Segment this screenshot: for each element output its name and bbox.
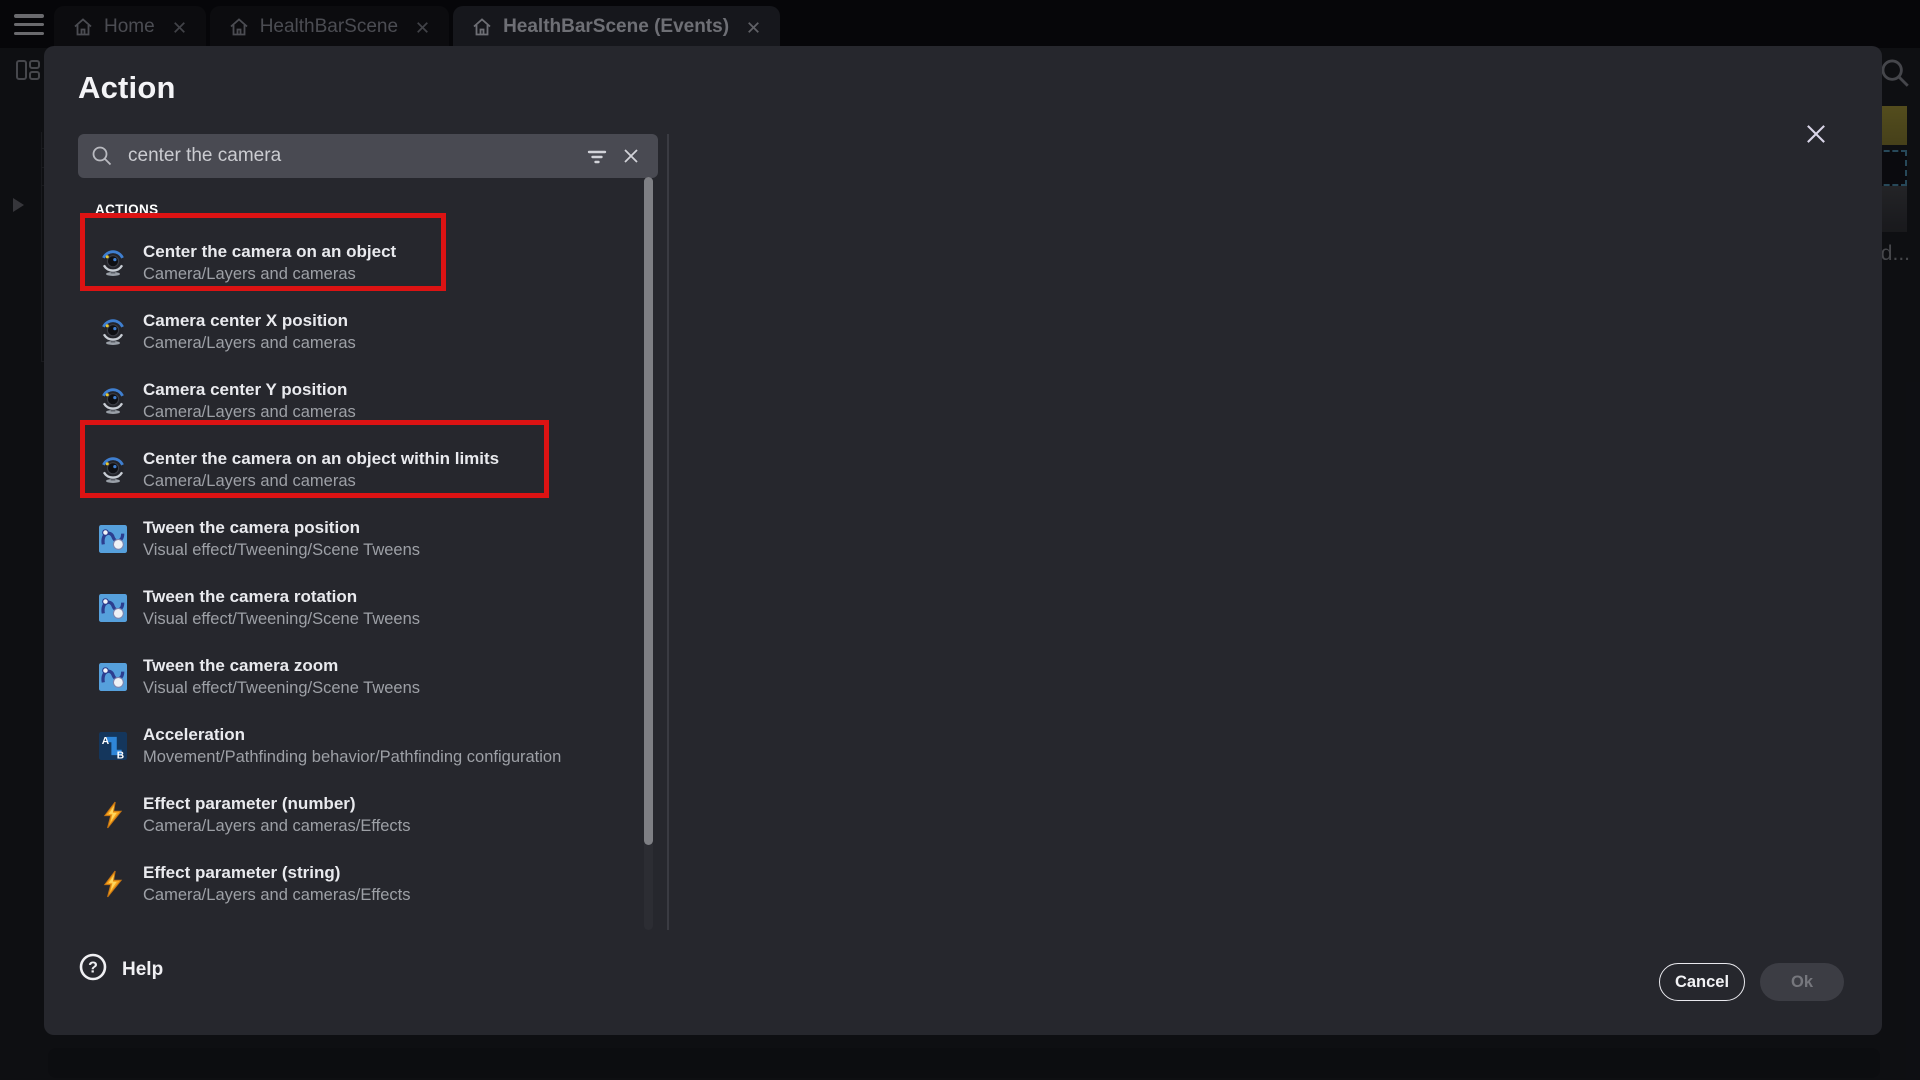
action-item-path: Camera/Layers and cameras — [143, 470, 499, 493]
action-item-path: Camera/Layers and cameras/Effects — [143, 815, 410, 838]
action-item-title: Center the camera on an object within li… — [143, 447, 499, 470]
action-item-path: Movement/Pathfinding behavior/Pathfindin… — [143, 746, 561, 769]
action-item-path: Visual effect/Tweening/Scene Tweens — [143, 539, 420, 562]
webcam-icon — [98, 317, 128, 347]
action-item-path: Camera/Layers and cameras — [143, 332, 356, 355]
action-results-list: ACTIONS Center the camera on an object C… — [78, 177, 668, 930]
action-list-item[interactable]: Center the camera on an object within li… — [78, 447, 499, 493]
action-list-item[interactable]: Tween the camera position Visual effect/… — [78, 516, 420, 562]
action-item-path: Camera/Layers and cameras — [143, 263, 396, 286]
action-list-item[interactable]: Effect parameter (string) Camera/Layers … — [78, 861, 410, 907]
bolt-icon — [98, 800, 128, 830]
action-item-path: Camera/Layers and cameras/Effects — [143, 884, 410, 907]
webcam-icon — [98, 386, 128, 416]
actions-section-label: ACTIONS — [95, 202, 668, 217]
action-item-title: Camera center X position — [143, 309, 356, 332]
search-icon — [90, 144, 114, 168]
svg-text:B: B — [117, 750, 124, 760]
help-label: Help — [122, 959, 163, 981]
action-item-path: Visual effect/Tweening/Scene Tweens — [143, 608, 420, 631]
action-item-title: Effect parameter (number) — [143, 792, 410, 815]
dialog-close-button[interactable] — [1798, 116, 1834, 152]
action-list-item[interactable]: Camera center Y position Camera/Layers a… — [78, 378, 356, 424]
webcam-icon — [98, 455, 128, 485]
action-item-title: Center the camera on an object — [143, 240, 396, 263]
tween-icon — [98, 662, 128, 692]
action-list-item[interactable]: Center the camera on an object Camera/La… — [78, 240, 396, 286]
action-item-title: Tween the camera rotation — [143, 585, 420, 608]
action-item-title: Tween the camera zoom — [143, 654, 420, 677]
bolt-icon — [98, 869, 128, 899]
action-item-path: Visual effect/Tweening/Scene Tweens — [143, 677, 420, 700]
action-list-item[interactable]: AB Acceleration Movement/Pathfinding beh… — [78, 723, 561, 769]
filter-icon[interactable] — [580, 139, 614, 173]
help-icon: ? — [78, 952, 108, 987]
action-item-title: Tween the camera position — [143, 516, 420, 539]
pathfinding-icon: AB — [98, 731, 128, 761]
action-item-title: Acceleration — [143, 723, 561, 746]
action-dialog: Action ACTIONS Center the camera on a — [44, 46, 1882, 1035]
ok-button[interactable]: Ok — [1760, 963, 1844, 1001]
action-list-item[interactable]: Effect parameter (number) Camera/Layers … — [78, 792, 410, 838]
search-input[interactable] — [126, 144, 580, 168]
action-list-item[interactable]: Camera center X position Camera/Layers a… — [78, 309, 356, 355]
cancel-button[interactable]: Cancel — [1659, 963, 1745, 1001]
help-button[interactable]: ? Help — [78, 952, 163, 987]
scrollbar-thumb[interactable] — [644, 177, 653, 845]
action-list-item[interactable]: Tween the camera zoom Visual effect/Twee… — [78, 654, 420, 700]
action-item-path: Camera/Layers and cameras — [143, 401, 356, 424]
action-list-item[interactable]: Tween the camera rotation Visual effect/… — [78, 585, 420, 631]
svg-text:A: A — [102, 736, 110, 747]
tween-icon — [98, 524, 128, 554]
clear-search-icon[interactable] — [614, 139, 648, 173]
webcam-icon — [98, 248, 128, 278]
dialog-title: Action — [78, 70, 176, 106]
action-item-title: Effect parameter (string) — [143, 861, 410, 884]
action-search-bar — [78, 134, 658, 178]
tween-icon — [98, 593, 128, 623]
svg-text:?: ? — [88, 960, 98, 977]
panel-divider — [667, 134, 669, 930]
action-item-title: Camera center Y position — [143, 378, 356, 401]
